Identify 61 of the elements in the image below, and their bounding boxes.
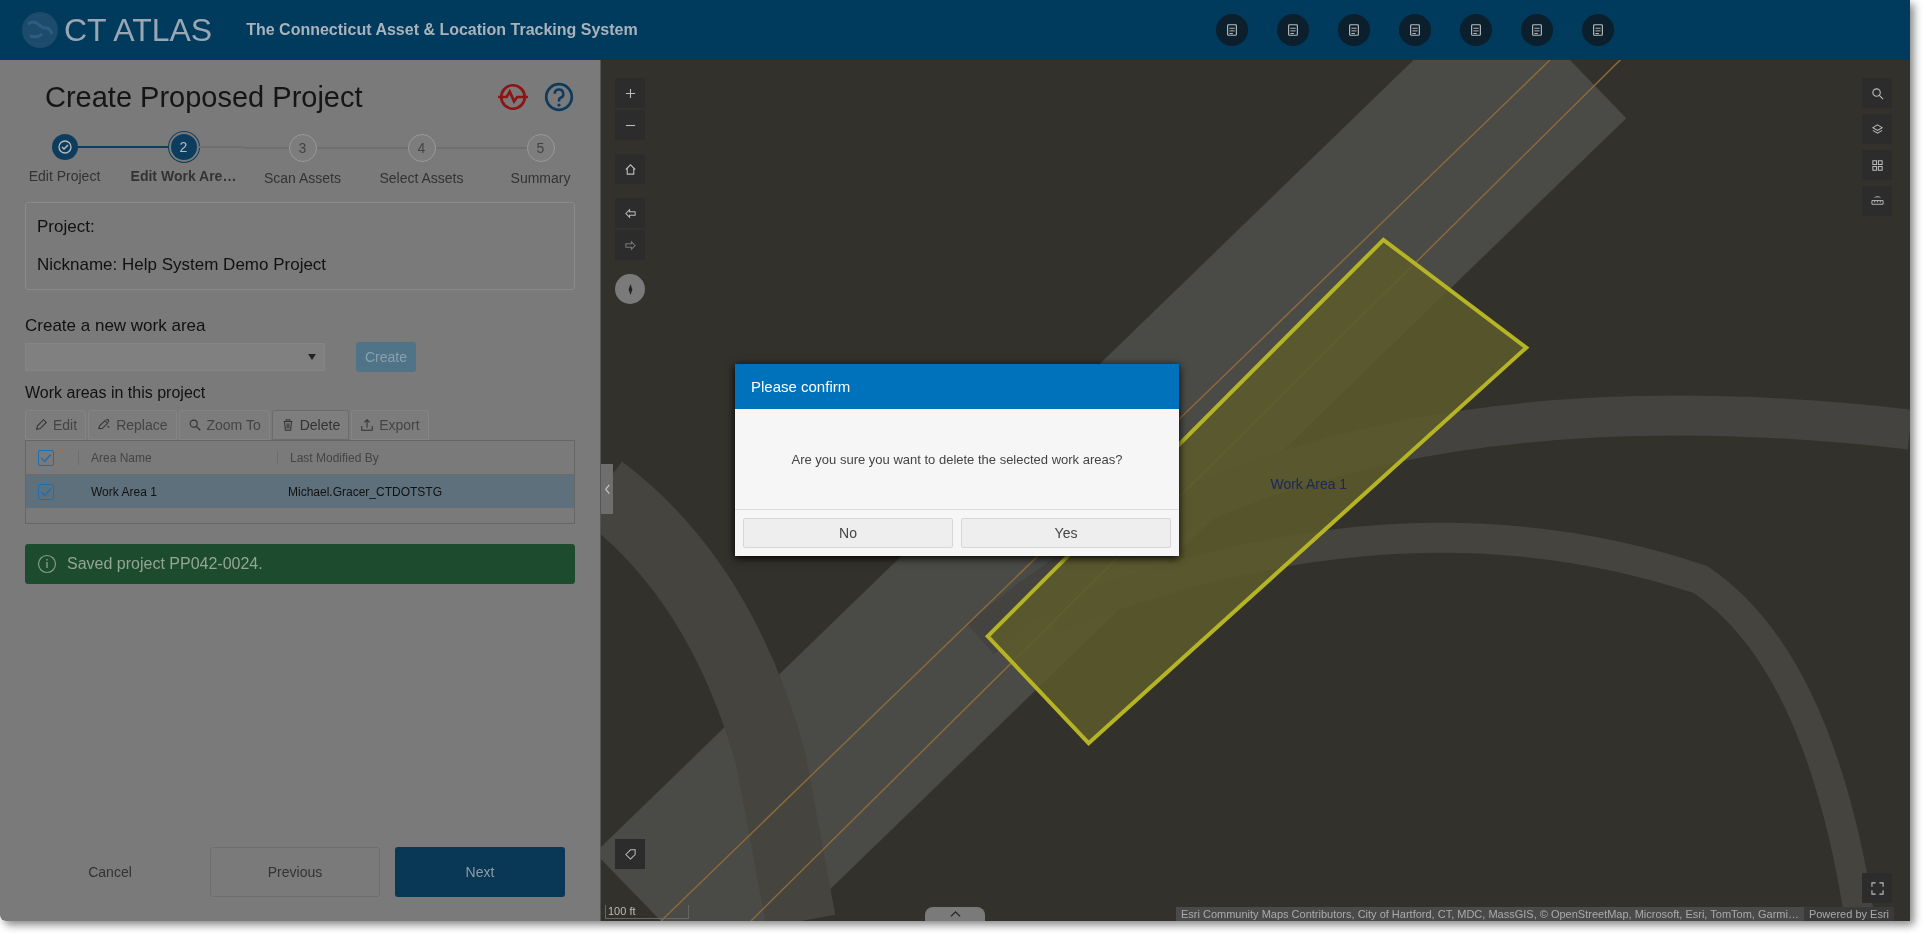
table-cell-text: Michael.Gracer_CTDOTSTG [287, 484, 443, 499]
dialog-button[interactable]: Yes [961, 518, 1171, 548]
step-label[interactable]: Edit Project [28, 168, 101, 184]
upload-icon [360, 418, 375, 432]
nav-button[interactable]: Next [395, 847, 565, 897]
toolbar-button[interactable]: Edit [25, 410, 87, 440]
help-icon[interactable] [543, 81, 575, 113]
table-row[interactable]: Work Area 1 Michael.Gracer_CTDOTSTG [26, 475, 574, 508]
check-icon [56, 139, 73, 155]
toolbar-button[interactable]: Replace [88, 410, 177, 440]
section-label: Work areas in this project [25, 384, 207, 402]
app-subtitle: The Connecticut Asset & Location Tracking System [246, 21, 638, 39]
step-marker[interactable] [51, 134, 78, 160]
toolbar-button[interactable]: Export [351, 410, 429, 440]
nav-button[interactable]: Previous [210, 847, 380, 897]
collapse-handle[interactable] [601, 464, 613, 514]
caret-icon [308, 354, 316, 360]
message-text: Saved project PP042-0024. [67, 555, 263, 573]
app-logo: CT ATLAS [64, 11, 213, 49]
map-attribution: Esri Community Maps Contributors, City of Hartford, CT, MDC, MassGIS, © OpenStreetMap, Microsoft, Esri, TomTom, Garmi… [1175, 907, 1804, 921]
step-label[interactable]: Scan Assets [263, 170, 341, 186]
toolbar-button[interactable]: Delete [271, 410, 350, 440]
expand-tab[interactable] [925, 907, 985, 921]
section-label: Create a new work area [25, 316, 207, 336]
grid-icon[interactable] [1862, 150, 1892, 180]
search-icon[interactable] [1862, 78, 1892, 108]
caret-icon [949, 910, 961, 918]
work-area-label: Work Area 1 [1270, 476, 1348, 493]
layers-icon[interactable] [1862, 114, 1892, 144]
table-cell-text: Work Area 1 [90, 484, 158, 499]
step-label[interactable]: Edit Work Are… [130, 168, 237, 184]
dialog-message: Are you sure you want to delete the selected work areas? [791, 451, 1123, 467]
fullscreen-icon[interactable] [1862, 873, 1892, 903]
select-all-checkbox[interactable] [38, 449, 54, 466]
info-icon [37, 554, 57, 574]
measure-icon[interactable] [1862, 186, 1892, 216]
project-info-text: Project: [37, 217, 96, 237]
step-marker[interactable]: 5 [526, 134, 555, 162]
step-label[interactable]: Select Assets [379, 170, 464, 186]
row-checkbox[interactable] [38, 483, 54, 500]
project-info-text: Nickname: Help System Demo Project [37, 255, 328, 275]
dialog-button[interactable]: No [743, 518, 953, 548]
map-area[interactable] [600, 60, 1910, 921]
pencil-icon [34, 418, 48, 432]
home-icon[interactable] [615, 154, 645, 184]
step-marker[interactable]: 2 [170, 134, 197, 160]
globe-icon [20, 10, 60, 50]
step-marker[interactable]: 4 [407, 134, 436, 162]
report-icon[interactable] [1215, 14, 1248, 46]
step-marker[interactable]: 3 [288, 134, 317, 162]
compass-icon[interactable] [615, 274, 645, 304]
tag-icon[interactable] [615, 839, 645, 869]
magnifier-icon [187, 418, 202, 432]
panel-title: Create Proposed Project [45, 80, 364, 114]
toolbar-button[interactable]: Zoom To [178, 410, 270, 440]
scale-bar: 100 ft [605, 905, 689, 919]
powered-by-text: Powered by Esri [1803, 907, 1894, 921]
pencil-sparkle-icon [97, 418, 112, 432]
step-label[interactable]: Summary [510, 170, 571, 186]
dialog-title: Please confirm [735, 364, 1179, 409]
cancel-link[interactable]: Cancel [25, 847, 195, 897]
